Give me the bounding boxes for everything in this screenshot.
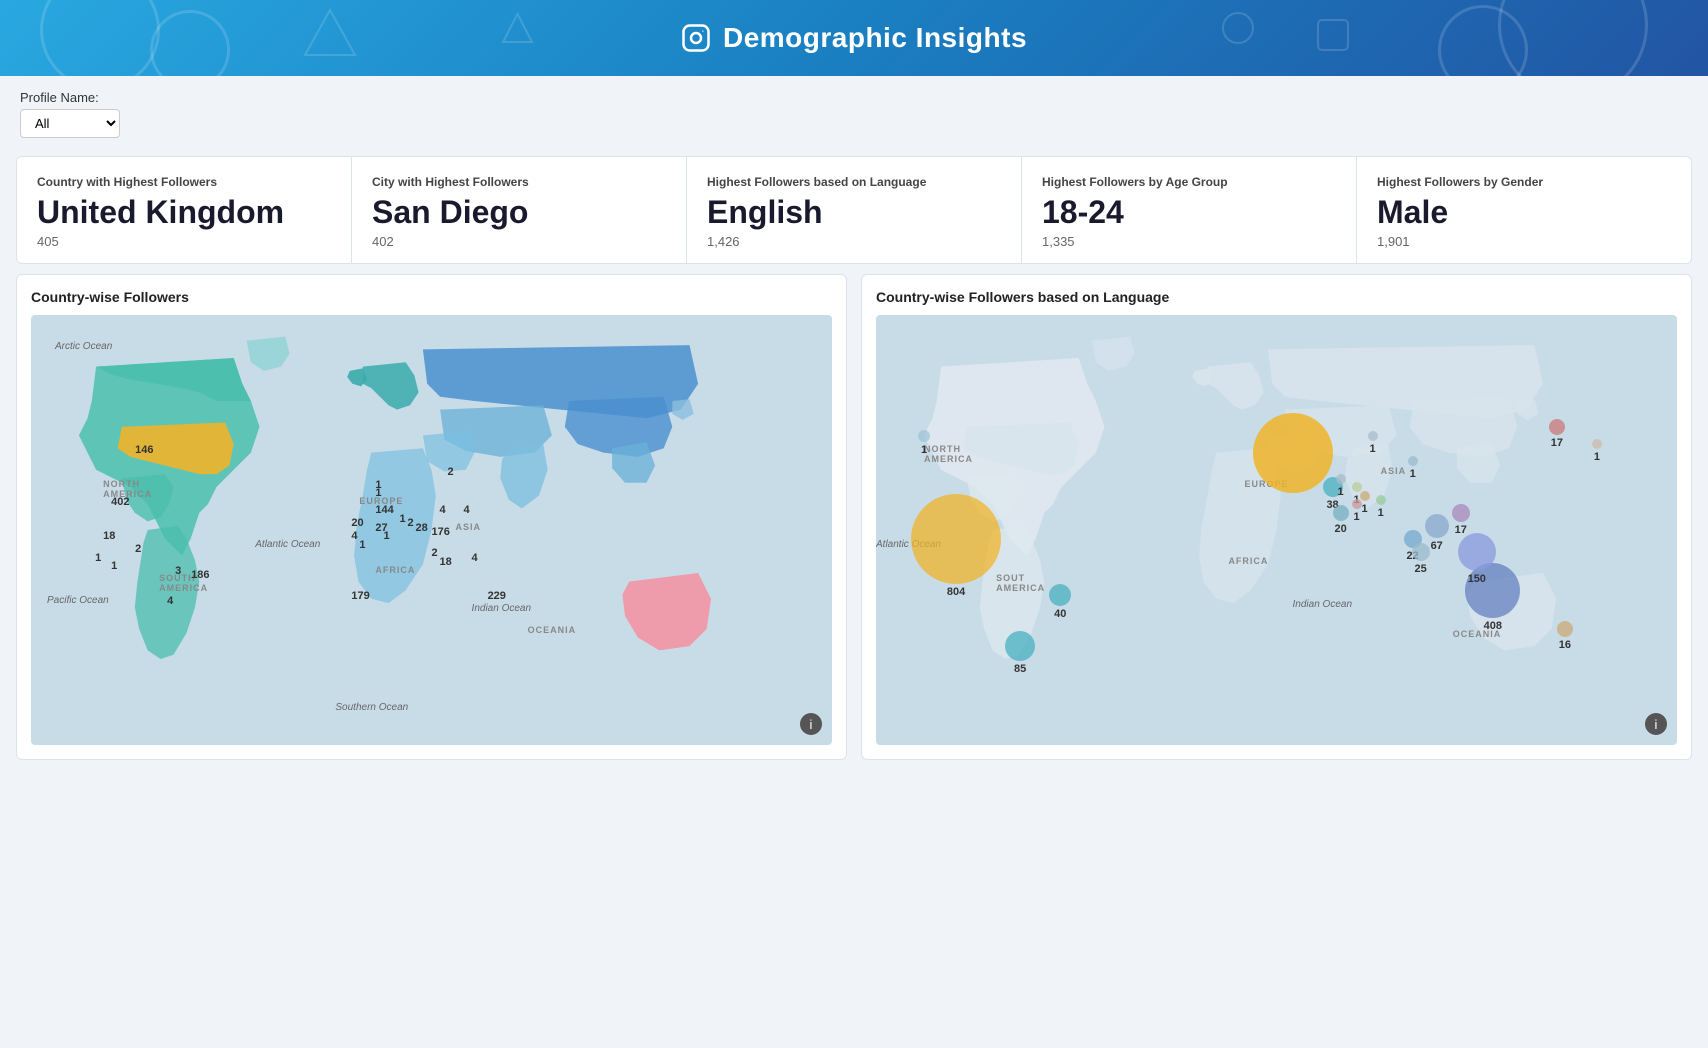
pacific-ocean-label: Pacific Ocean	[47, 595, 109, 606]
indian-label-r: Indian Ocean	[1293, 599, 1353, 610]
num-4b: 4	[440, 504, 446, 516]
map-panel-language-title: Country-wise Followers based on Language	[876, 289, 1677, 305]
card-gender: Highest Followers by Gender Male 1,901	[1357, 157, 1691, 263]
atlantic-ocean-label: Atlantic Ocean	[255, 539, 320, 550]
map-panel-country-title: Country-wise Followers	[31, 289, 832, 305]
card-city: City with Highest Followers San Diego 40…	[352, 157, 687, 263]
card-language-label: Highest Followers based on Language	[707, 175, 1001, 189]
num-28: 28	[415, 522, 427, 534]
card-language-value: English	[707, 195, 1001, 230]
num-2d: 2	[448, 466, 454, 478]
africa-r: AFRICA	[1228, 556, 1268, 566]
num-2b: 2	[407, 517, 413, 529]
num-4a: 4	[167, 595, 173, 607]
card-language: Highest Followers based on Language Engl…	[687, 157, 1022, 263]
oceania-region: OCEANIA	[528, 625, 577, 635]
num-20: 20	[351, 517, 363, 529]
card-age-value: 18-24	[1042, 195, 1336, 230]
num-3: 3	[175, 565, 181, 577]
maps-row: Country-wise Followers	[16, 274, 1692, 760]
card-language-sub: 1,426	[707, 234, 1001, 249]
num-229: 229	[488, 590, 506, 602]
profile-label: Profile Name:	[20, 90, 1688, 105]
card-gender-sub: 1,901	[1377, 234, 1671, 249]
num-4c: 4	[464, 504, 470, 516]
card-country-value: United Kingdom	[37, 195, 331, 230]
num-1a: 1	[95, 552, 101, 564]
card-age: Highest Followers by Age Group 18-24 1,3…	[1022, 157, 1357, 263]
num-186: 186	[191, 569, 209, 581]
num-1c: 1	[383, 530, 389, 542]
card-city-sub: 402	[372, 234, 666, 249]
map-container-country: Arctic Ocean Atlantic Ocean Pacific Ocea…	[31, 315, 832, 745]
num-18b: 18	[440, 556, 452, 568]
oceania-r: OCEANIA	[1453, 629, 1502, 639]
asia-r: ASIA	[1381, 466, 1407, 476]
africa-region: AFRICA	[375, 565, 415, 575]
map-container-language: Atlantic Ocean Indian Ocean NORTHAMERICA…	[876, 315, 1677, 745]
atlantic-label-r: Atlantic Ocean	[876, 539, 941, 550]
instagram-icon	[681, 23, 711, 53]
num-1b: 1	[111, 560, 117, 572]
card-country-label: Country with Highest Followers	[37, 175, 331, 189]
card-age-label: Highest Followers by Age Group	[1042, 175, 1336, 189]
cards-row: Country with Highest Followers United Ki…	[16, 156, 1692, 264]
card-country-sub: 405	[37, 234, 331, 249]
num-179: 179	[351, 590, 369, 602]
indian-ocean-label: Indian Ocean	[472, 603, 532, 614]
num-176: 176	[432, 526, 450, 538]
arctic-ocean-label: Arctic Ocean	[55, 341, 112, 352]
card-city-value: San Diego	[372, 195, 666, 230]
profile-select[interactable]: All	[20, 109, 120, 138]
card-country: Country with Highest Followers United Ki…	[17, 157, 352, 263]
num-2c: 2	[432, 547, 438, 559]
card-gender-value: Male	[1377, 195, 1671, 230]
profile-section: Profile Name: All	[0, 76, 1708, 146]
num-4d: 4	[351, 530, 357, 542]
num-1d: 1	[399, 513, 405, 525]
south-america-r: SOUTAMERICA	[996, 573, 1045, 593]
num-1g: 1	[375, 487, 381, 499]
card-city-label: City with Highest Followers	[372, 175, 666, 189]
num-144: 144	[375, 504, 393, 516]
asia-region: ASIA	[456, 522, 482, 532]
num-402: 402	[111, 496, 129, 508]
southern-ocean-label: Southern Ocean	[335, 702, 408, 713]
num-18: 18	[103, 530, 115, 542]
header: Demographic Insights	[0, 0, 1708, 76]
card-gender-label: Highest Followers by Gender	[1377, 175, 1671, 189]
num-4e: 4	[472, 552, 478, 564]
europe-r: EUROPE	[1244, 479, 1288, 489]
north-america-r: NORTHAMERICA	[924, 444, 973, 464]
map-panel-country: Country-wise Followers	[16, 274, 847, 760]
num-146: 146	[135, 444, 153, 456]
card-age-sub: 1,335	[1042, 234, 1336, 249]
header-title: Demographic Insights	[0, 22, 1708, 54]
num-1e: 1	[359, 539, 365, 551]
map-panel-language: Country-wise Followers based on Language	[861, 274, 1692, 760]
num-2a: 2	[135, 543, 141, 555]
